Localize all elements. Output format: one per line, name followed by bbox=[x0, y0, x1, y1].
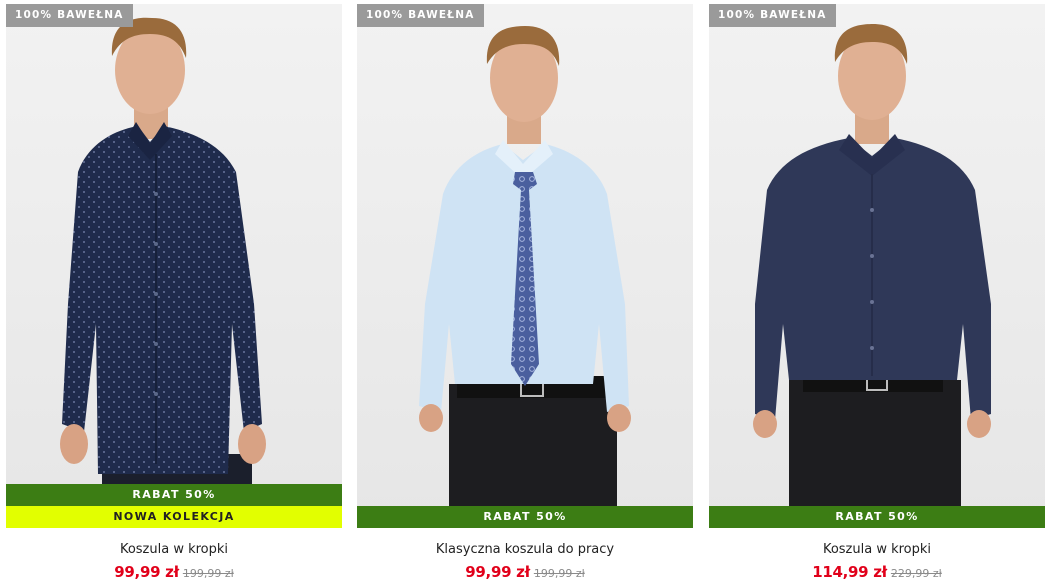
old-price: 199,99 zł bbox=[182, 567, 234, 580]
material-tag: 100% BAWEŁNA bbox=[709, 4, 836, 27]
discount-ribbon: RABAT 50% bbox=[709, 506, 1045, 528]
discount-ribbon: RABAT 50% bbox=[357, 506, 693, 528]
price-row: 99,99 zł 199,99 zł bbox=[357, 562, 693, 581]
model-illustration bbox=[357, 4, 693, 528]
price-row: 114,99 zł 229,99 zł bbox=[709, 562, 1045, 581]
product-photo[interactable]: 100% BAWEŁNA RABAT 50% NOWA KOLEKCJA bbox=[6, 4, 342, 528]
material-tag: 100% BAWEŁNA bbox=[357, 4, 484, 27]
model-illustration bbox=[6, 4, 342, 528]
product-card[interactable]: 100% BAWEŁNA RABAT 50% NOWA KOLEKCJA Kos… bbox=[6, 4, 342, 588]
old-price: 229,99 zł bbox=[890, 567, 942, 580]
product-card[interactable]: 100% BAWEŁNA RABAT 50% Koszula w kropki … bbox=[709, 4, 1045, 588]
current-price: 99,99 zł bbox=[114, 563, 179, 581]
current-price: 99,99 zł bbox=[465, 563, 530, 581]
product-photo[interactable]: 100% BAWEŁNA RABAT 50% bbox=[357, 4, 693, 528]
product-name[interactable]: Koszula w kropki bbox=[6, 542, 342, 557]
price-row: 99,99 zł 199,99 zł bbox=[6, 562, 342, 581]
discount-ribbon: RABAT 50% bbox=[6, 484, 342, 506]
product-name[interactable]: Koszula w kropki bbox=[709, 542, 1045, 557]
product-name[interactable]: Klasyczna koszula do pracy bbox=[357, 542, 693, 557]
material-tag: 100% BAWEŁNA bbox=[6, 4, 133, 27]
product-card[interactable]: 100% BAWEŁNA RABAT 50% Klasyczna koszula… bbox=[357, 4, 693, 588]
product-photo[interactable]: 100% BAWEŁNA RABAT 50% bbox=[709, 4, 1045, 528]
model-illustration bbox=[709, 4, 1045, 528]
new-collection-ribbon: NOWA KOLEKCJA bbox=[6, 506, 342, 528]
product-grid: 100% BAWEŁNA RABAT 50% NOWA KOLEKCJA Kos… bbox=[0, 0, 1049, 588]
old-price: 199,99 zł bbox=[533, 567, 585, 580]
current-price: 114,99 zł bbox=[812, 563, 887, 581]
